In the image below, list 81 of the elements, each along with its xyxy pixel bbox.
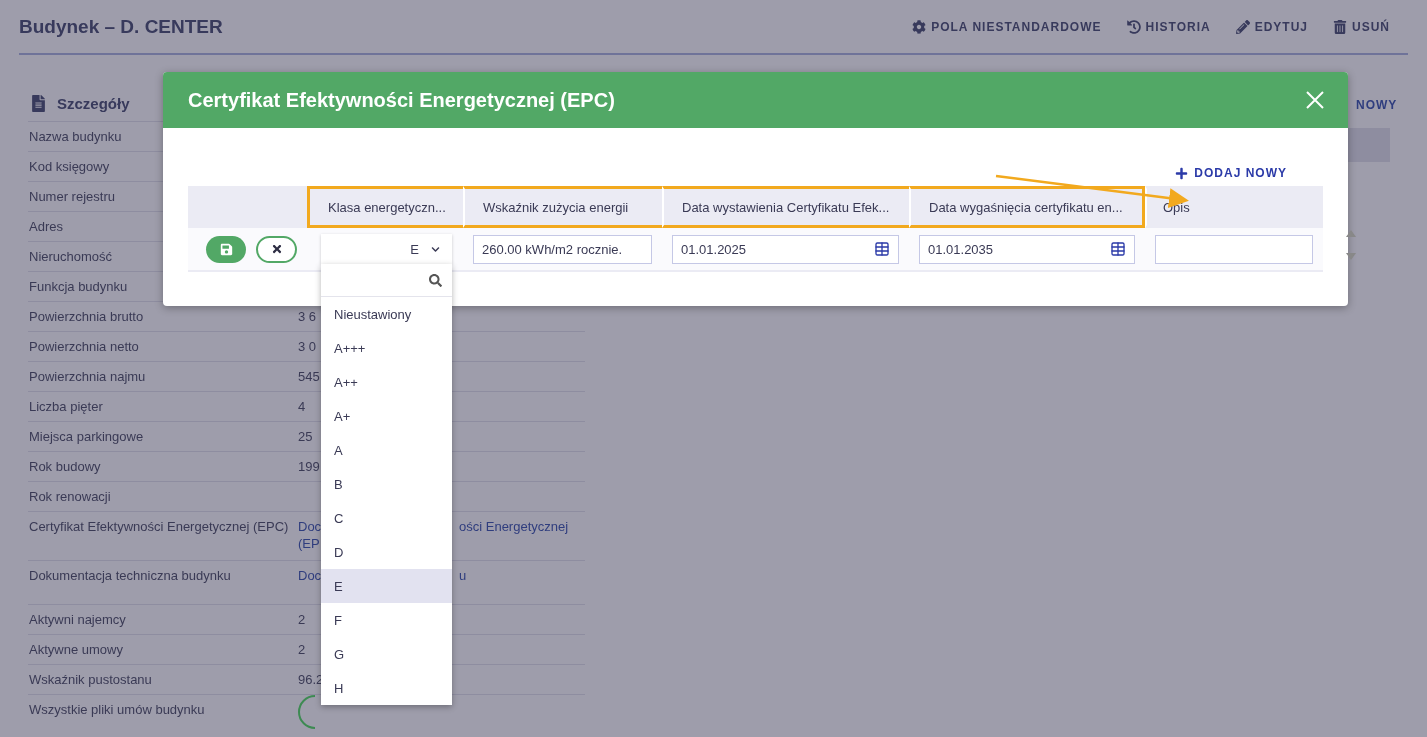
toggle-edge-icon[interactable] xyxy=(298,695,316,729)
dropdown-option[interactable]: G xyxy=(321,637,452,671)
detail-value: 2 xyxy=(298,641,307,658)
scroll-up-icon[interactable] xyxy=(1346,230,1356,237)
detail-label: Nieruchomość xyxy=(28,248,113,265)
toolbar-button[interactable]: EDYTUJ xyxy=(1235,19,1308,34)
calendar-icon xyxy=(1110,241,1126,257)
detail-value: 3 6 xyxy=(298,308,318,325)
scroll-down-icon[interactable] xyxy=(1346,253,1356,260)
detail-value: 545 xyxy=(298,368,320,385)
section-title: Szczegóły xyxy=(57,94,130,112)
detail-label: Funkcja budynku xyxy=(28,278,128,295)
cancel-button[interactable] xyxy=(256,235,297,263)
detail-label: Aktywni najemcy xyxy=(28,611,126,628)
dropdown-option[interactable]: A xyxy=(321,433,452,467)
detail-label: Rok renowacji xyxy=(28,488,111,505)
description-field[interactable] xyxy=(1155,234,1313,264)
detail-label: Wskaźnik pustostanu xyxy=(28,671,152,688)
document-link[interactable]: (EP xyxy=(298,535,320,552)
modal-title: Certyfikat Efektywności Energetycznej (EPC) xyxy=(188,88,615,112)
column-header: Klasa energetyczn... xyxy=(307,186,463,228)
detail-value: 199 xyxy=(298,458,320,475)
dropdown-option[interactable]: A+ xyxy=(321,399,452,433)
add-link[interactable]: NOWY xyxy=(1356,98,1398,112)
history-icon xyxy=(1126,19,1141,34)
detail-label: Rok budowy xyxy=(28,458,101,475)
detail-label: Numer rejestru xyxy=(28,188,115,205)
trash-icon xyxy=(1333,19,1347,34)
document-link[interactable]: Doc xyxy=(298,567,320,584)
dropdown-option[interactable]: F xyxy=(321,603,452,637)
floppy-icon xyxy=(219,242,233,256)
detail-label: Wszystkie pliki umów budynku xyxy=(28,701,205,718)
page-title: Budynek – D. CENTER xyxy=(19,15,223,38)
detail-label: Liczba pięter xyxy=(28,398,103,415)
dropdown-option[interactable]: B xyxy=(321,467,452,501)
dropdown-option[interactable]: H xyxy=(321,671,452,705)
document-link[interactable]: ości Energetycznej xyxy=(459,518,585,535)
add-new-button[interactable]: DODAJ NOWY xyxy=(1175,166,1287,180)
date-field[interactable]: 01.01.2035 xyxy=(919,234,1135,264)
detail-label: Dokumentacja techniczna budynku xyxy=(28,567,231,584)
column-header: Data wygaśnięcia certyfikatu en... xyxy=(909,186,1145,228)
dropdown-option[interactable]: C xyxy=(321,501,452,535)
detail-label: Adres xyxy=(28,218,63,235)
detail-value: 2 xyxy=(298,611,307,628)
detail-label: Certyfikat Efektywności Energetycznej (EPC) xyxy=(28,518,289,535)
search-icon xyxy=(429,273,442,287)
column-header: Wskaźnik zużycia energii xyxy=(463,186,662,228)
energy-field[interactable]: 260.00 kWh/m2 rocznie. xyxy=(473,234,652,264)
toolbar-button[interactable]: HISTORIA xyxy=(1126,19,1211,34)
column-header: Data wystawienia Certyfikatu Efek... xyxy=(662,186,909,228)
dropdown-option[interactable]: A+++ xyxy=(321,331,452,365)
detail-label: Miejsca parkingowe xyxy=(28,428,144,445)
detail-label: Nazwa budynku xyxy=(28,128,122,145)
toolbar-button[interactable]: USUŃ xyxy=(1333,19,1390,34)
pencil-icon xyxy=(1235,19,1250,34)
document-icon xyxy=(30,94,47,112)
detail-label: Kod księgowy xyxy=(28,158,110,175)
toolbar-button[interactable]: POLA NIESTANDARDOWE xyxy=(912,19,1102,34)
detail-label: Powierzchnia najmu xyxy=(28,368,146,385)
detail-label: Aktywne umowy xyxy=(28,641,123,658)
detail-value: 25 xyxy=(298,428,314,445)
dropdown-option[interactable]: Nieustawiony xyxy=(321,297,452,331)
date-field[interactable]: 01.01.2025 xyxy=(672,234,899,264)
detail-value: 4 xyxy=(298,398,307,415)
column-header: Opis xyxy=(1145,186,1323,228)
dropdown-option[interactable]: E xyxy=(321,569,452,603)
plus-icon xyxy=(1175,166,1189,180)
calendar-icon xyxy=(874,241,890,257)
gear-icon xyxy=(912,19,927,34)
dropdown-option[interactable]: D xyxy=(321,535,452,569)
detail-label: Powierzchnia netto xyxy=(28,338,139,355)
document-link[interactable]: Doc xyxy=(298,518,320,535)
close-button[interactable] xyxy=(1306,91,1324,109)
detail-value: 3 0 xyxy=(298,338,318,355)
detail-label: Powierzchnia brutto xyxy=(28,308,144,325)
class-select[interactable]: E xyxy=(321,234,452,264)
close-icon xyxy=(270,243,283,255)
save-button[interactable] xyxy=(206,235,247,263)
chevron-icon xyxy=(431,244,440,254)
dropdown-option[interactable]: A++ xyxy=(321,365,452,399)
document-link[interactable]: u xyxy=(459,567,585,584)
